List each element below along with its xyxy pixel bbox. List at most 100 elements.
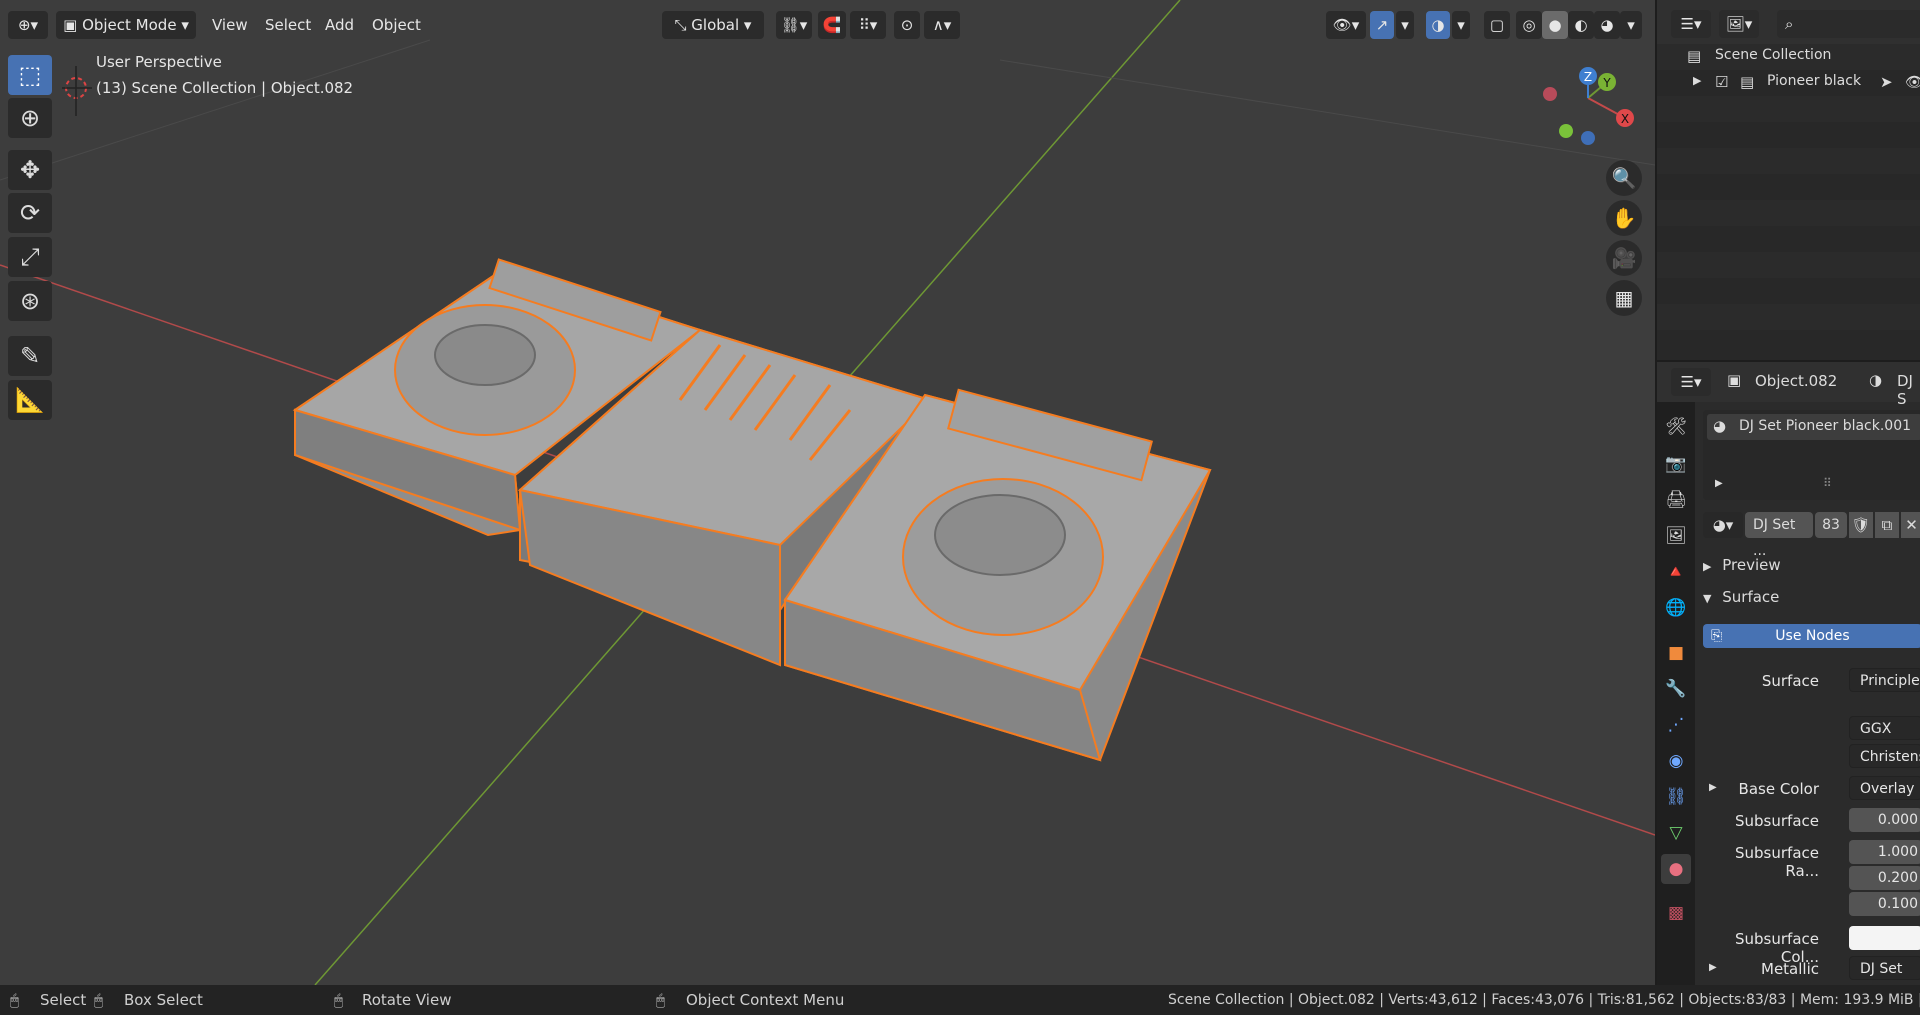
data-tab-icon[interactable]: ▽ <box>1661 818 1691 848</box>
perspective-toggle-icon[interactable]: ▦ <box>1606 280 1642 316</box>
distribution-dropdown[interactable]: GGX <box>1849 716 1920 740</box>
properties-editor-type-icon[interactable]: ☰▾ <box>1671 368 1711 396</box>
pan-hand-icon[interactable]: ✋ <box>1606 200 1642 236</box>
render-tab-icon[interactable]: 📷 <box>1661 449 1691 479</box>
material-browse-icon[interactable]: ◕▾ <box>1703 512 1743 538</box>
status-context-menu: Object Context Menu <box>686 991 845 1009</box>
outliner-editor-type-icon[interactable]: ☰▾ <box>1671 10 1711 38</box>
outliner-root-row[interactable]: ▤ Scene Collection <box>1657 44 1920 70</box>
expand-arrow-icon[interactable]: ▶ <box>1693 74 1701 87</box>
material-slot-name: DJ Set Pioneer black.001 <box>1739 418 1912 434</box>
physics-tab-icon[interactable]: ◉ <box>1661 746 1691 776</box>
eye-icon[interactable]: 👁 <box>1905 73 1920 91</box>
menu-view[interactable]: View <box>212 11 248 39</box>
base-color-input[interactable]: Overlay <box>1849 776 1920 800</box>
use-nodes-button[interactable]: ⎘ Use Nodes <box>1703 624 1920 648</box>
snap-toggle-icon[interactable]: 🧲 <box>818 11 846 39</box>
scene-tab-icon[interactable]: 🔺 <box>1661 557 1691 587</box>
output-tab-icon[interactable]: 🖨 <box>1661 485 1691 515</box>
tool-tab-icon[interactable]: 🛠 <box>1661 412 1691 442</box>
overlay-dropdown-icon[interactable]: ▾ <box>1452 11 1470 39</box>
display-mode-icon[interactable]: 🖼▾ <box>1719 10 1759 38</box>
metallic-input[interactable]: DJ Set Pic <box>1849 956 1920 1001</box>
collapse-arrow-icon: ▶ <box>1703 560 1712 573</box>
duplicate-icon[interactable]: ⧉ <box>1875 512 1899 538</box>
outliner-header: ☰▾ 🖼▾ ⌕ <box>1657 0 1920 44</box>
move-icon[interactable]: ✥ <box>8 150 52 190</box>
modifier-tab-icon[interactable]: 🔧 <box>1661 674 1691 704</box>
properties-header: ☰▾ ▣ Object.082 ◑ DJ S <box>1657 362 1920 408</box>
unlink-icon[interactable]: ✕ <box>1901 512 1920 538</box>
collection-icon: ▤ <box>1740 73 1755 91</box>
selectable-icon[interactable]: ➤ <box>1880 73 1893 91</box>
annotate-icon[interactable]: ✎ <box>8 336 52 376</box>
select-box-icon[interactable]: ⬚ <box>8 55 52 95</box>
proportional-edit-icon[interactable]: ⊙ <box>894 11 920 39</box>
surface-panel-header[interactable]: ▼ Surface <box>1703 588 1920 614</box>
status-box-select: Box Select <box>124 991 203 1009</box>
material-tab-icon[interactable]: ● <box>1661 854 1691 884</box>
view-layer-tab-icon[interactable]: 🖼 <box>1661 521 1691 551</box>
preview-panel-header[interactable]: ▶ Preview <box>1703 556 1920 582</box>
3d-viewport[interactable]: Z Y X ⊕▾ ▣ Object Mode ▾ View Select Add… <box>0 0 1655 985</box>
material-shading-icon[interactable]: ◐ <box>1568 11 1594 39</box>
shading-dropdown-icon[interactable]: ▾ <box>1620 11 1642 39</box>
solid-shading-icon[interactable]: ● <box>1542 11 1568 39</box>
gizmo-z-label: Z <box>1584 70 1592 84</box>
subsurface-radius-z[interactable]: 0.100 <box>1849 892 1920 916</box>
users-count[interactable]: 83 <box>1815 512 1847 538</box>
visibility-icon[interactable]: 👁▾ <box>1326 11 1366 39</box>
subsurface-method-dropdown[interactable]: Christens <box>1849 744 1920 768</box>
zoom-icon[interactable]: 🔍 <box>1606 160 1642 196</box>
subsurface-label: Subsurface <box>1735 812 1819 830</box>
subsurface-radius-x[interactable]: 1.000 <box>1849 840 1920 864</box>
outliner-row-pioneer-black[interactable]: ▶ ☑ ▤ Pioneer black ➤ 👁 <box>1657 70 1920 96</box>
transform-icon[interactable]: ⊛ <box>8 281 52 321</box>
wireframe-shading-icon[interactable]: ◎ <box>1516 11 1542 39</box>
surface-panel-label: Surface <box>1722 588 1780 606</box>
fake-user-icon[interactable]: 🛡 <box>1849 512 1873 538</box>
rotate-icon[interactable]: ⟳ <box>8 193 52 233</box>
xray-icon[interactable]: ▢ <box>1484 11 1510 39</box>
object-tab-icon[interactable]: ■ <box>1661 638 1691 668</box>
gizmo-toggle-icon[interactable]: ↗ <box>1370 11 1394 39</box>
measure-icon[interactable]: 📐 <box>8 380 52 420</box>
surface-shader-dropdown[interactable]: Principled <box>1849 668 1920 692</box>
falloff-icon[interactable]: ∧▾ <box>924 11 960 39</box>
material-slot-row[interactable]: ◕ DJ Set Pioneer black.001 <box>1707 414 1920 440</box>
mode-dropdown[interactable]: ▣ Object Mode ▾ <box>56 11 196 39</box>
viewport-scene[interactable]: Z Y X <box>0 0 1655 985</box>
constraints-tab-icon[interactable]: ⛓ <box>1661 782 1691 812</box>
overlay-toggle-icon[interactable]: ◑ <box>1426 11 1450 39</box>
menu-object[interactable]: Object <box>372 11 421 39</box>
transform-orientation-dropdown[interactable]: ⤡ Global ▾ <box>662 11 764 39</box>
texture-tab-icon[interactable]: ▩ <box>1661 898 1691 928</box>
material-context-label: DJ S <box>1897 372 1913 408</box>
pivot-icon[interactable]: ⛓▾ <box>776 11 812 39</box>
menu-add[interactable]: Add <box>325 11 354 39</box>
material-name-field[interactable]: DJ Set ... <box>1745 512 1813 559</box>
expand-arrow-icon[interactable]: ▶ <box>1715 478 1723 489</box>
menu-select[interactable]: Select <box>265 11 311 39</box>
world-tab-icon[interactable]: 🌐 <box>1661 593 1691 623</box>
mouse-middle-icon: 🖱 <box>334 991 344 1009</box>
resize-handle-icon[interactable]: ⠿ <box>1823 476 1832 490</box>
node-icon: ⎘ <box>1711 628 1723 644</box>
snap-target-icon[interactable]: ⠿▾ <box>850 11 886 39</box>
particles-tab-icon[interactable]: ⋰ <box>1661 710 1691 740</box>
cursor-icon[interactable]: ⊕ <box>8 98 52 138</box>
subsurface-radius-y[interactable]: 0.200 <box>1849 866 1920 890</box>
subsurface-color-swatch[interactable] <box>1849 926 1920 950</box>
rendered-shading-icon[interactable]: ◕ <box>1594 11 1620 39</box>
status-bar: 🖱 Select 🖱 Box Select 🖱 Rotate View 🖱 Ob… <box>0 985 1920 1015</box>
gizmo-dropdown-icon[interactable]: ▾ <box>1396 11 1414 39</box>
outliner-search-input[interactable]: ⌕ <box>1777 10 1920 38</box>
include-checkbox[interactable]: ☑ <box>1715 73 1728 91</box>
scale-icon[interactable]: ⤢ <box>8 237 52 277</box>
subsurface-field[interactable]: 0.000 <box>1849 808 1920 832</box>
metallic-label: Metallic <box>1761 960 1819 978</box>
editor-type-icon[interactable]: ⊕▾ <box>8 11 48 39</box>
camera-view-icon[interactable]: 🎥 <box>1606 240 1642 276</box>
material-slot-list: ◕ DJ Set Pioneer black.001 ▶ ⠿ <box>1703 410 1920 500</box>
use-nodes-label: Use Nodes <box>1775 628 1850 644</box>
